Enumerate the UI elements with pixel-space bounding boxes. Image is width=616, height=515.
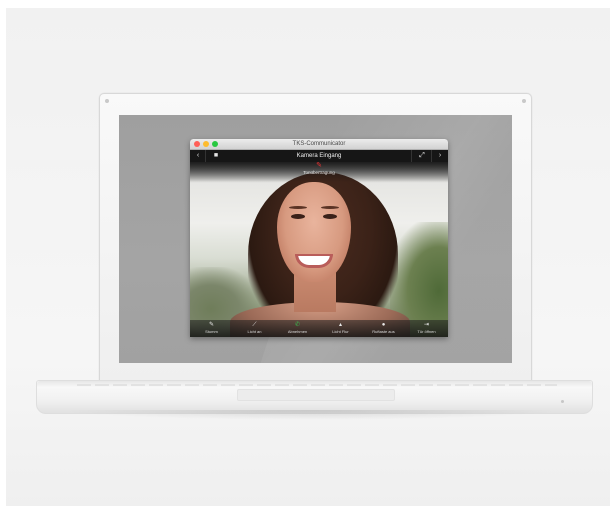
toolbar-label: Licht Flur bbox=[332, 329, 349, 334]
laptop-screen: TKS-Communicator Kamera Eingang ‹ ■ ⤢ › bbox=[119, 115, 512, 363]
call-button-off-button[interactable]: ● Ruftaste aus bbox=[362, 321, 405, 337]
mic-status: ✎ Tonübertragung bbox=[190, 162, 448, 176]
toolbar-label: Stumm bbox=[205, 329, 218, 334]
call-toolbar: ✎ Stumm ⟋ Licht an ✆ Abnehmen ▴ Licht Fl… bbox=[190, 320, 448, 337]
phone-icon: ✆ bbox=[294, 322, 301, 328]
keyboard-row bbox=[77, 384, 557, 386]
person-eye bbox=[291, 214, 305, 219]
window-title: TKS-Communicator bbox=[292, 141, 346, 147]
toolbar-label: Tür öffnen bbox=[417, 329, 436, 334]
mic-icon: ✎ bbox=[316, 162, 322, 169]
person-brow bbox=[289, 206, 307, 209]
toolbar-label: Ruftaste aus bbox=[372, 329, 395, 334]
lamp-icon: ▴ bbox=[338, 322, 342, 328]
laptop-lid: TKS-Communicator Kamera Eingang ‹ ■ ⤢ › bbox=[99, 93, 532, 381]
fullscreen-button[interactable]: ⤢ bbox=[415, 151, 429, 161]
person-brow bbox=[321, 206, 339, 209]
status-led bbox=[561, 400, 564, 403]
divider bbox=[205, 150, 206, 162]
expand-icon: ⤢ bbox=[419, 152, 425, 159]
answer-button[interactable]: ✆ Abnehmen bbox=[276, 321, 319, 337]
toolbar-label: Abnehmen bbox=[287, 329, 308, 334]
camera-title: Kamera Eingang bbox=[296, 153, 342, 159]
laptop-base bbox=[36, 380, 593, 414]
person-icon: ● bbox=[381, 322, 386, 328]
forward-button[interactable]: › bbox=[434, 151, 446, 161]
hall-light-button[interactable]: ▴ Licht Flur bbox=[319, 321, 362, 337]
trackpad bbox=[237, 389, 395, 401]
chevron-left-icon: ‹ bbox=[196, 152, 200, 159]
camera-navbar: Kamera Eingang ‹ ■ ⤢ › bbox=[190, 150, 448, 162]
light-icon: ⟋ bbox=[252, 322, 257, 328]
divider bbox=[431, 150, 432, 162]
video-feed: ✎ Tonübertragung ✎ Stumm ⟋ Licht an ✆ Ab… bbox=[190, 162, 448, 337]
camera-switch-button[interactable]: ■ bbox=[208, 151, 224, 161]
screw bbox=[105, 99, 109, 103]
divider bbox=[411, 150, 412, 162]
mute-button[interactable]: ✎ Stumm bbox=[190, 321, 233, 337]
person-eye bbox=[323, 214, 337, 219]
camera-icon: ■ bbox=[213, 152, 219, 159]
toolbar-label: Licht an bbox=[247, 329, 262, 334]
laptop-shadow bbox=[60, 410, 560, 420]
open-door-button[interactable]: ⇥ Tür öffnen bbox=[405, 321, 448, 337]
back-button[interactable]: ‹ bbox=[193, 151, 203, 161]
mic-status-label: Tonübertragung bbox=[303, 170, 335, 175]
window-titlebar: TKS-Communicator bbox=[190, 139, 448, 150]
app-window: TKS-Communicator Kamera Eingang ‹ ■ ⤢ › bbox=[190, 139, 448, 337]
mic-icon: ✎ bbox=[208, 322, 215, 328]
screw bbox=[522, 99, 526, 103]
door-icon: ⇥ bbox=[423, 322, 430, 328]
chevron-right-icon: › bbox=[438, 152, 442, 159]
light-on-button[interactable]: ⟋ Licht an bbox=[233, 321, 276, 337]
